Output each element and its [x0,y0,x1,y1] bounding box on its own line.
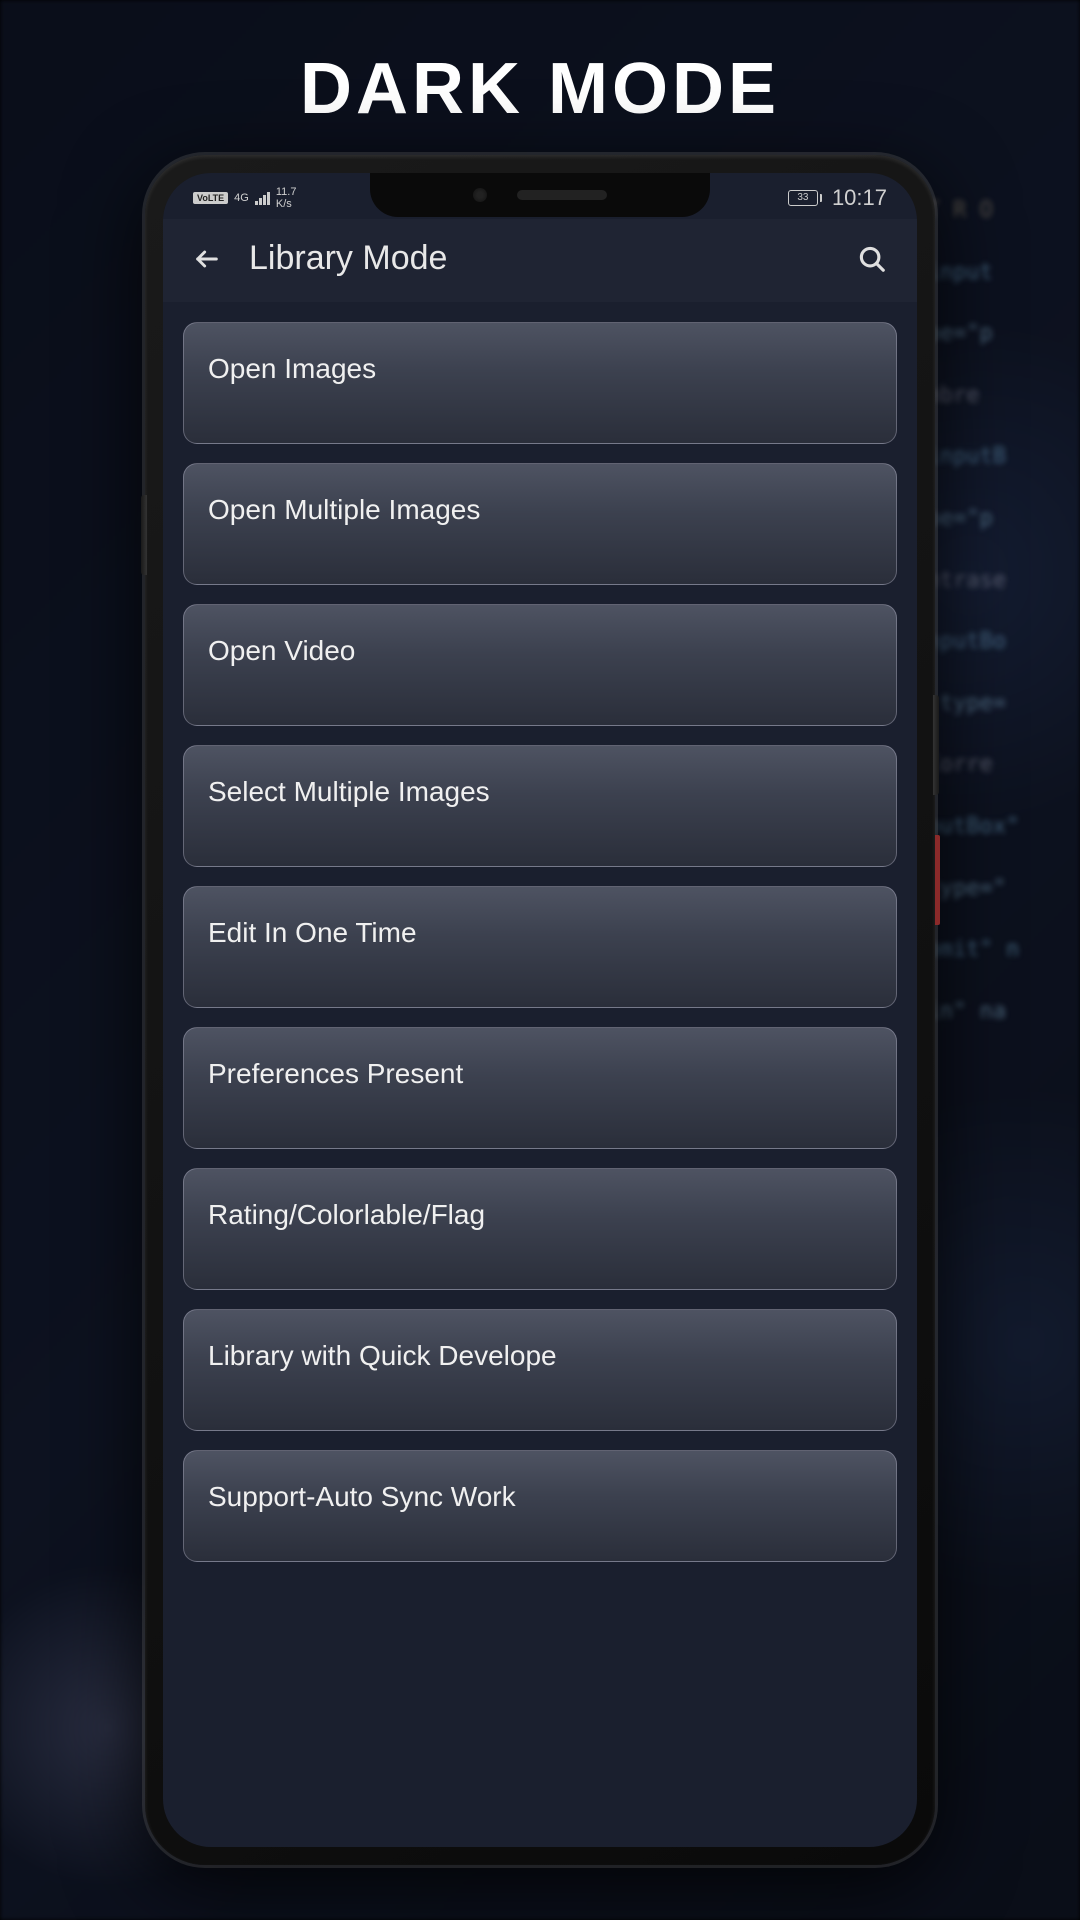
phone-frame: VoLTE 4G 11.7 K/s 33 10:17 [145,155,935,1865]
phone-screen: VoLTE 4G 11.7 K/s 33 10:17 [163,173,917,1847]
menu-item-preferences-present[interactable]: Preferences Present [183,1027,897,1149]
menu-item-rating-colorlable-flag[interactable]: Rating/Colorlable/Flag [183,1168,897,1290]
menu-item-label: Library with Quick Develope [208,1340,557,1371]
phone-accent-button [935,835,940,925]
speed-unit: K/s [276,198,297,210]
search-icon[interactable] [857,244,887,274]
phone-volume-button [933,695,939,795]
menu-item-open-multiple-images[interactable]: Open Multiple Images [183,463,897,585]
phone-notch [370,173,710,217]
clock: 10:17 [832,185,887,211]
app-header: Library Mode [163,219,917,302]
status-bar-left: VoLTE 4G 11.7 K/s [193,186,296,210]
back-arrow-icon[interactable] [193,245,221,273]
menu-item-label: Select Multiple Images [208,776,490,807]
menu-item-support-auto-sync[interactable]: Support-Auto Sync Work [183,1450,897,1562]
status-bar-right: 33 10:17 [788,185,887,211]
menu-item-library-quick-develope[interactable]: Library with Quick Develope [183,1309,897,1431]
volte-badge: VoLTE [193,192,228,204]
hero-title: DARK MODE [0,0,1080,130]
menu-list: Open Images Open Multiple Images Open Vi… [163,302,917,1582]
network-speed: 11.7 K/s [276,186,297,210]
menu-item-label: Open Multiple Images [208,494,480,525]
menu-item-label: Open Images [208,353,376,384]
front-camera [473,188,487,202]
battery-icon: 33 [788,190,822,206]
menu-item-label: Support-Auto Sync Work [208,1481,516,1512]
menu-item-open-images[interactable]: Open Images [183,322,897,444]
menu-item-label: Preferences Present [208,1058,463,1089]
menu-item-label: Edit In One Time [208,917,417,948]
speaker-grille [517,190,607,200]
phone-side-button [141,495,147,575]
menu-item-select-multiple-images[interactable]: Select Multiple Images [183,745,897,867]
menu-item-edit-in-one-time[interactable]: Edit In One Time [183,886,897,1008]
menu-item-label: Open Video [208,635,355,666]
signal-bars-icon [255,191,270,205]
speed-value: 11.7 [276,186,297,198]
menu-item-open-video[interactable]: Open Video [183,604,897,726]
page-title: Library Mode [249,239,829,278]
menu-item-label: Rating/Colorlable/Flag [208,1199,485,1230]
battery-level: 33 [788,190,818,206]
network-type: 4G [234,192,249,204]
